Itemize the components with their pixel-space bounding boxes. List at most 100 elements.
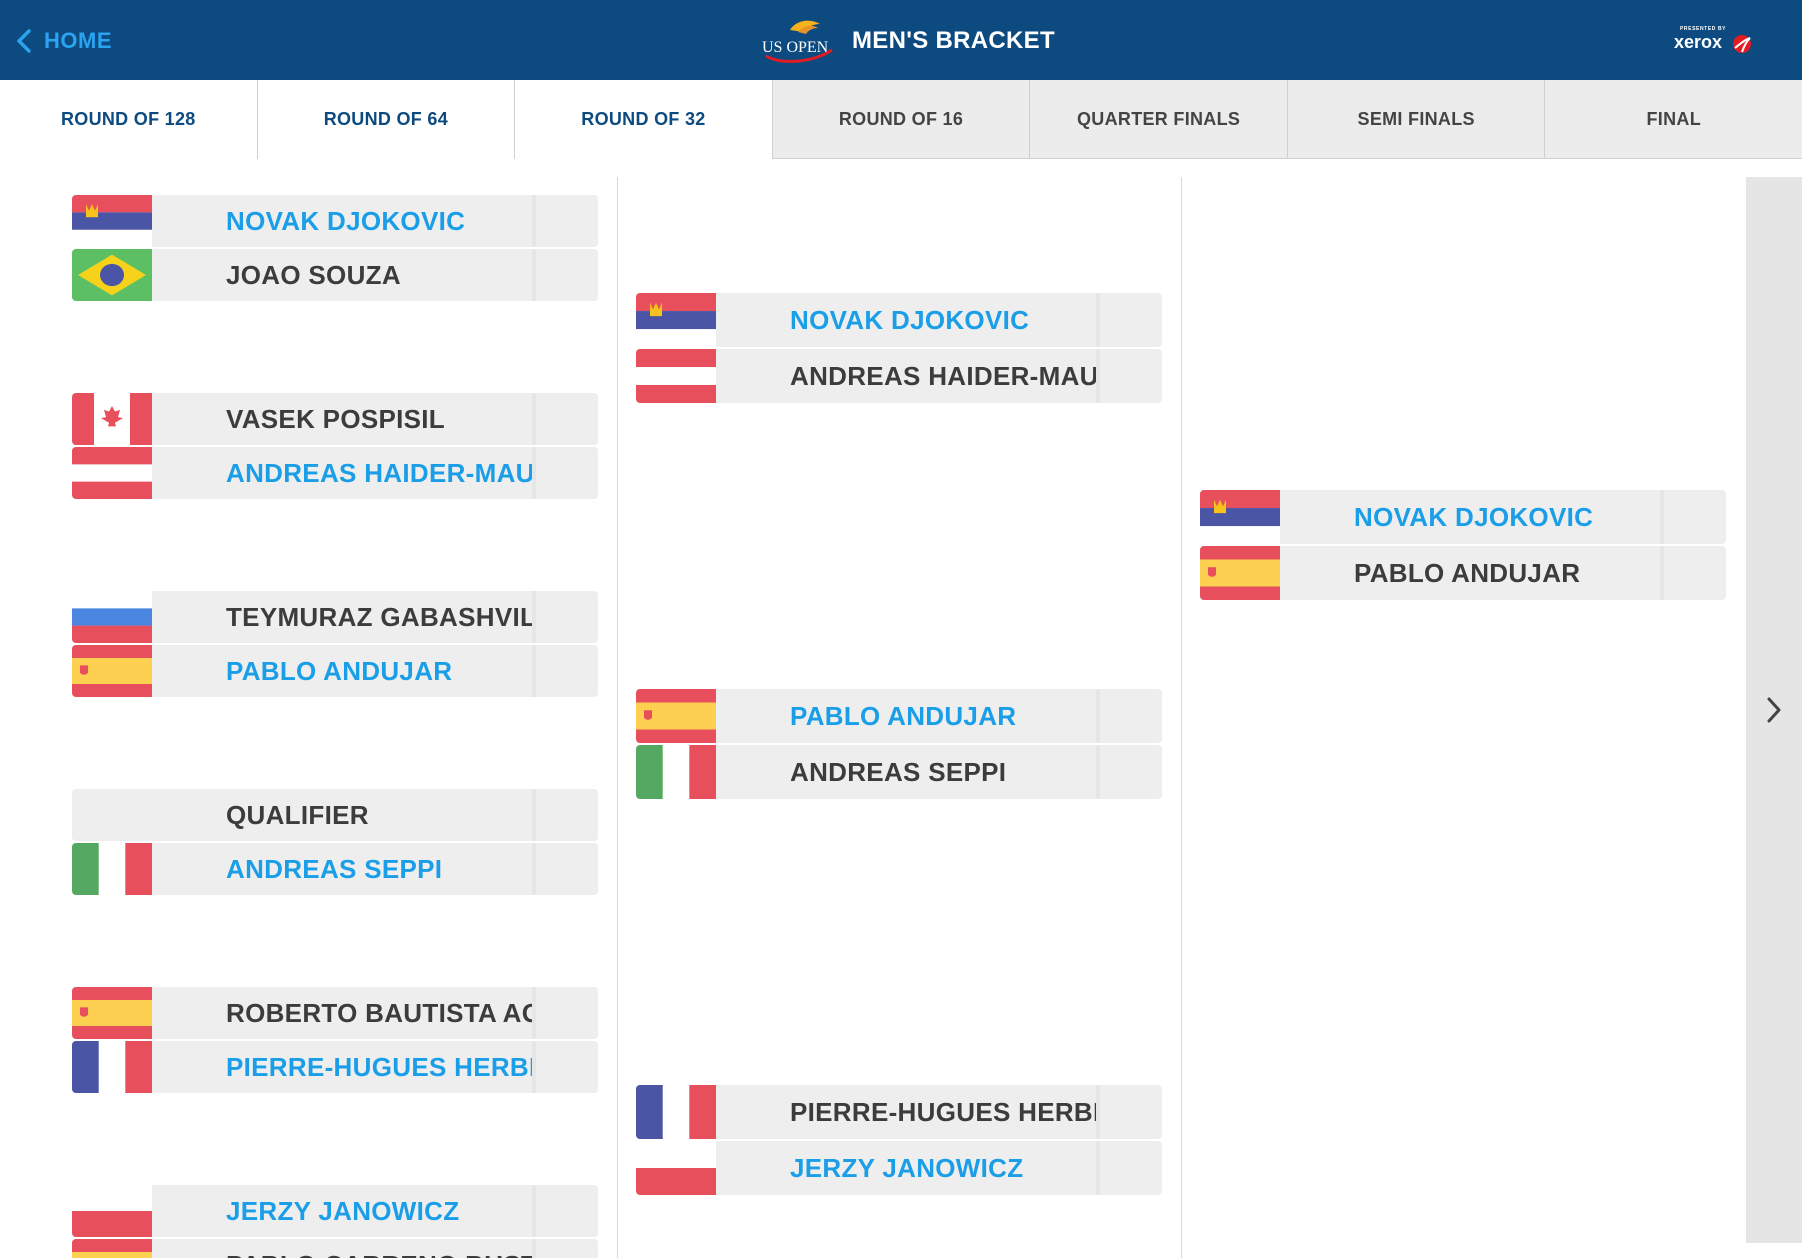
player-row[interactable]: JERZY JANOWICZ [72,1185,598,1237]
player-name: PABLO ANDUJAR [1354,557,1581,588]
score-cell [532,987,598,1039]
player-name: ANDREAS SEPPI [226,853,443,884]
player-row[interactable]: QUALIFIER [72,789,598,841]
player-row[interactable]: PABLO CARRENO BUSTA [72,1239,598,1258]
chevron-right-icon [1767,697,1781,723]
flag-italy-icon [636,745,716,799]
flag-poland-icon [72,1185,152,1237]
player-name: PIERRE-HUGUES HERBERT [790,1096,1096,1127]
match-card[interactable]: NOVAK DJOKOVIC JOAO SOUZA [72,195,598,301]
score-cell [532,789,598,841]
flag-none-icon [72,789,152,841]
score-cell [1096,349,1162,403]
score-cell [1660,546,1726,600]
flag-austria-icon [72,447,152,499]
bracket-view: NOVAK DJOKOVIC JOAO SOUZA VASEK POSPISIL AN… [0,159,1802,1258]
match-card[interactable]: PIERRE-HUGUES HERBERT JERZY JANOWICZ [636,1085,1162,1195]
player-name: VASEK POSPISIL [226,403,445,434]
match-card[interactable]: TEYMURAZ GABASHVILI PABLO ANDUJAR [72,591,598,697]
player-name: ANDREAS HAIDER-MAURER [790,360,1096,391]
player-name: QUALIFIER [226,799,369,830]
player-row[interactable]: ANDREAS SEPPI [636,745,1162,799]
player-row[interactable]: NOVAK DJOKOVIC [1200,490,1726,544]
score-cell [1096,1085,1162,1139]
flag-spain-icon [72,987,152,1039]
flag-serbia-icon [72,195,152,247]
player-name: PABLO CARRENO BUSTA [152,1250,532,1258]
player-row[interactable]: PABLO ANDUJAR [636,689,1162,743]
player-name: ANDREAS SEPPI [790,756,1007,787]
logo-text: US OPEN [762,39,829,56]
flag-spain-icon [72,645,152,697]
player-row[interactable]: NOVAK DJOKOVIC [636,293,1162,347]
match-card[interactable]: PABLO ANDUJAR ANDREAS SEPPI [636,689,1162,799]
flag-austria-icon [636,349,716,403]
player-row[interactable]: ANDREAS SEPPI [72,843,598,895]
player-row[interactable]: ANDREAS HAIDER-MAURER [72,447,598,499]
score-cell [1660,490,1726,544]
score-cell [1096,293,1162,347]
match-card[interactable]: ROBERTO BAUTISTA AGUT PIERRE-HUGUES HERBE… [72,987,598,1093]
flag-spain-icon [636,689,716,743]
match-card[interactable]: JERZY JANOWICZ PABLO CARRENO BUSTA [72,1185,598,1258]
player-name: NOVAK DJOKOVIC [1354,501,1594,532]
player-name: NOVAK DJOKOVIC [790,304,1030,335]
player-name: NOVAK DJOKOVIC [226,205,466,236]
player-name: TEYMURAZ GABASHVILI [226,601,532,632]
player-name: JERZY JANOWICZ [790,1152,1024,1183]
column-divider [1181,177,1182,1258]
match-card[interactable]: NOVAK DJOKOVIC ANDREAS HAIDER-MAURER [636,293,1162,403]
match-card[interactable]: QUALIFIER ANDREAS SEPPI [72,789,598,895]
xerox-icon [1733,35,1751,53]
player-name: PABLO ANDUJAR [226,655,453,686]
sponsor-name: xerox [1674,32,1723,52]
flag-canada-icon [72,393,152,445]
column-divider [617,177,618,1258]
player-row[interactable]: PABLO ANDUJAR [1200,546,1726,600]
score-cell [1096,745,1162,799]
page-title: MEN'S BRACKET [852,27,1055,54]
score-cell [532,1041,598,1093]
score-cell [532,195,598,247]
score-cell [532,1185,598,1237]
tab-round-of-16[interactable]: ROUND OF 16 [772,80,1031,159]
tab-round-of-128[interactable]: ROUND OF 128 [0,80,258,159]
player-row[interactable]: PIERRE-HUGUES HERBERT [72,1041,598,1093]
tab-semi-finals[interactable]: SEMI FINALS [1287,80,1546,159]
flag-italy-icon [72,843,152,895]
player-row[interactable]: PIERRE-HUGUES HERBERT [636,1085,1162,1139]
match-card[interactable]: VASEK POSPISIL ANDREAS HAIDER-MAURER [72,393,598,499]
app-header: HOME US OPEN MEN'S BRACKET PRESENTED BY … [0,0,1802,80]
player-row[interactable]: NOVAK DJOKOVIC [72,195,598,247]
player-row[interactable]: VASEK POSPISIL [72,393,598,445]
flag-serbia-icon [636,293,716,347]
player-row[interactable]: JOAO SOUZA [72,249,598,301]
flag-poland-icon [636,1141,716,1195]
us-open-logo: US OPEN [762,20,833,63]
chevron-left-icon [17,29,31,53]
score-cell [532,249,598,301]
tab-round-of-64[interactable]: ROUND OF 64 [257,80,516,159]
player-row[interactable]: PABLO ANDUJAR [72,645,598,697]
player-name: ROBERTO BAUTISTA AGUT [226,997,532,1028]
flag-france-icon [636,1085,716,1139]
tab-quarter-finals[interactable]: QUARTER FINALS [1030,80,1288,159]
score-cell [532,1239,598,1258]
player-row[interactable]: JERZY JANOWICZ [636,1141,1162,1195]
player-row[interactable]: ROBERTO BAUTISTA AGUT [72,987,598,1039]
next-round-button[interactable] [1746,177,1802,1243]
player-name: JERZY JANOWICZ [226,1195,460,1226]
round-tabs: ROUND OF 128 ROUND OF 64 ROUND OF 32 ROUND … [0,80,1802,159]
brand: US OPEN MEN'S BRACKET [760,16,1055,66]
home-button[interactable]: HOME [16,24,112,58]
flag-spain-icon [72,1239,152,1258]
sponsor-logo: PRESENTED BY xerox [1674,26,1752,58]
match-card[interactable]: NOVAK DJOKOVIC PABLO ANDUJAR [1200,490,1726,600]
tab-round-of-32[interactable]: ROUND OF 32 [515,80,773,159]
flag-france-icon [72,1041,152,1093]
player-row[interactable]: TEYMURAZ GABASHVILI [72,591,598,643]
player-name: JOAO SOUZA [226,259,401,290]
player-row[interactable]: ANDREAS HAIDER-MAURER [636,349,1162,403]
flag-spain-icon [1200,546,1280,600]
tab-final[interactable]: FINAL [1545,80,1802,159]
